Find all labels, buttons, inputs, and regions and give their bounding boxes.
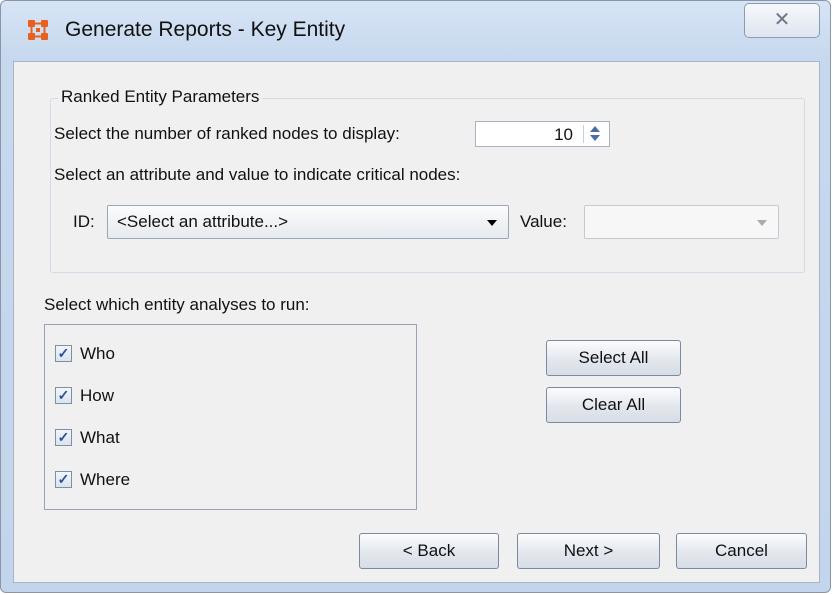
close-icon: ✕	[773, 9, 791, 31]
checkbox-where[interactable]: ✓	[55, 471, 72, 488]
spinner-arrows[interactable]	[583, 125, 606, 143]
spinner-up-icon[interactable]	[590, 126, 600, 132]
attribute-prompt: Select an attribute and value to indicat…	[54, 165, 461, 184]
checkbox-who[interactable]: ✓	[55, 345, 72, 362]
num-nodes-spinner[interactable]: 10	[475, 121, 610, 147]
close-button[interactable]: ✕	[744, 3, 820, 38]
analyses-label: Select which entity analyses to run:	[44, 295, 310, 314]
cancel-button[interactable]: Cancel	[676, 533, 807, 569]
analyses-list: ✓ Who ✓ How ✓ What ✓ Where	[44, 324, 417, 510]
ranked-entity-group-label: Ranked Entity Parameters	[58, 87, 263, 107]
value-label: Value:	[520, 212, 567, 231]
chevron-down-icon	[487, 220, 497, 226]
spinner-down-icon[interactable]	[590, 135, 600, 141]
dialog-content: Ranked Entity Parameters Select the numb…	[13, 61, 820, 583]
analysis-what-label: What	[80, 428, 120, 447]
analysis-how-label: How	[80, 386, 115, 405]
app-icon	[28, 20, 48, 40]
next-button[interactable]: Next >	[517, 533, 660, 569]
num-nodes-label: Select the number of ranked nodes to dis…	[54, 124, 400, 143]
checkbox-how[interactable]: ✓	[55, 387, 72, 404]
id-attribute-select[interactable]: <Select an attribute...>	[107, 205, 509, 239]
back-button[interactable]: < Back	[359, 533, 499, 569]
clear-all-button[interactable]: Clear All	[546, 387, 681, 423]
num-nodes-value: 10	[554, 125, 573, 144]
id-label: ID:	[73, 212, 95, 231]
window-title: Generate Reports - Key Entity	[65, 18, 346, 41]
value-select[interactable]	[584, 205, 779, 239]
title-bar[interactable]: Generate Reports - Key Entity ✕	[1, 1, 830, 61]
checkbox-what[interactable]: ✓	[55, 429, 72, 446]
id-attribute-selected: <Select an attribute...>	[117, 212, 289, 231]
select-all-button[interactable]: Select All	[546, 340, 681, 376]
chevron-down-icon	[757, 220, 767, 226]
analysis-who-label: Who	[80, 344, 115, 363]
dialog-window: Generate Reports - Key Entity ✕ Ranked E…	[0, 0, 831, 593]
analysis-where-label: Where	[80, 470, 131, 489]
